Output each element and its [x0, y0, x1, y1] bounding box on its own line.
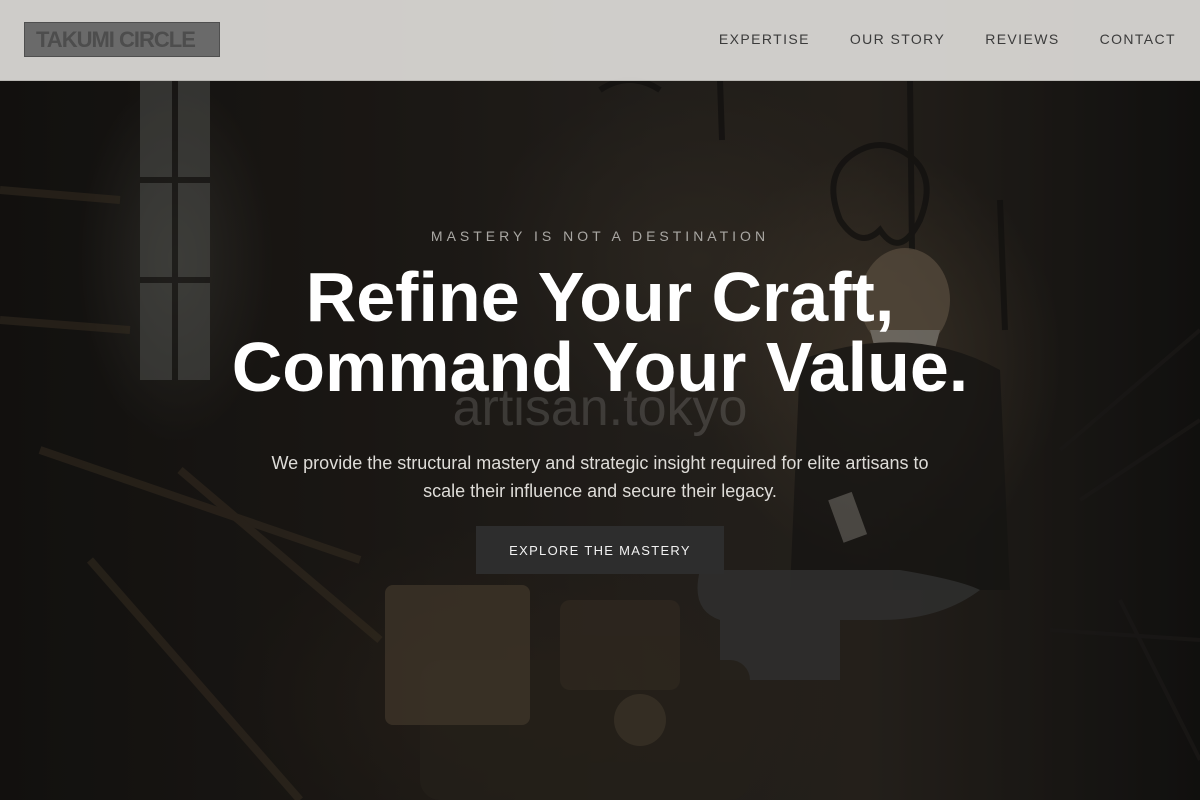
main-nav: EXPERTISE OUR STORY REVIEWS CONTACT: [719, 31, 1176, 47]
nav-link-expertise[interactable]: EXPERTISE: [719, 31, 810, 47]
hero-eyebrow: MASTERY IS NOT A DESTINATION: [430, 228, 770, 244]
hero-description: We provide the structural mastery and st…: [271, 453, 929, 501]
hero-headline-line-1: Refine Your Craft,: [305, 258, 895, 336]
landing-page: TAKUMI CIRCLE EXPERTISE OUR STORY REVIEW…: [0, 0, 1200, 800]
logo[interactable]: TAKUMI CIRCLE: [24, 22, 220, 57]
nav-link-reviews[interactable]: REVIEWS: [985, 31, 1059, 47]
explore-mastery-button[interactable]: EXPLORE THE MASTERY: [476, 526, 724, 574]
site-header: TAKUMI CIRCLE EXPERTISE OUR STORY REVIEW…: [0, 0, 1200, 81]
hero-section: MASTERY IS NOT A DESTINATION artisan.tok…: [0, 0, 1200, 800]
image-watermark: artisan.tokyo: [452, 379, 748, 437]
nav-link-our-story[interactable]: OUR STORY: [850, 31, 945, 47]
nav-link-contact[interactable]: CONTACT: [1100, 31, 1176, 47]
